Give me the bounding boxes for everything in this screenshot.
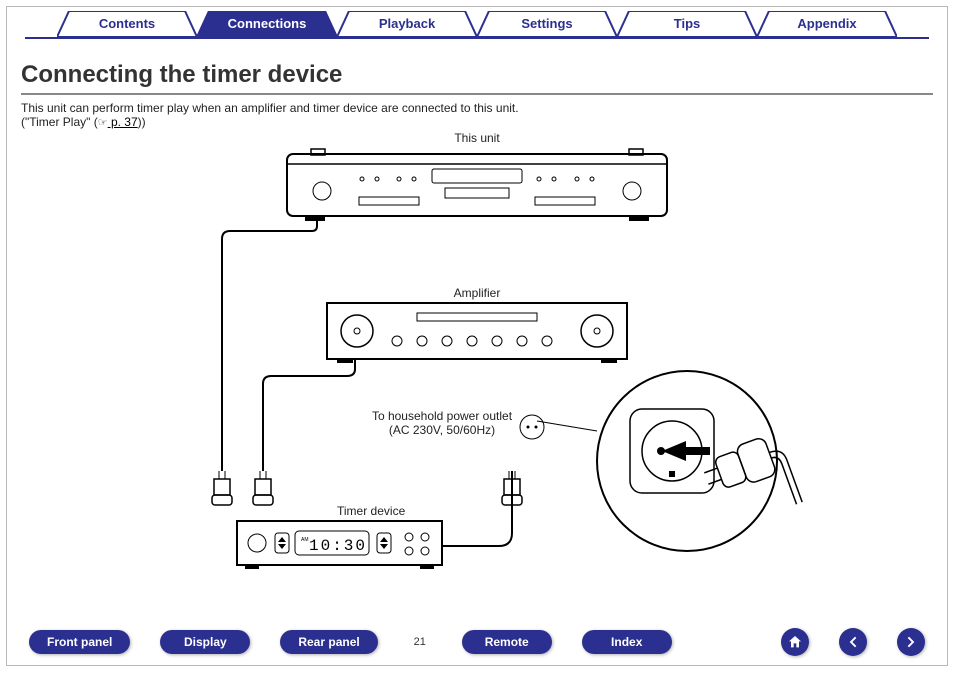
tab-label: Contents bbox=[99, 16, 155, 31]
tab-tips[interactable]: Tips bbox=[617, 11, 757, 37]
intro-text: This unit can perform timer play when an… bbox=[21, 101, 933, 129]
tab-appendix[interactable]: Appendix bbox=[757, 11, 897, 37]
intro-ref-suffix: )) bbox=[138, 115, 146, 129]
timer-ampm: AM bbox=[301, 537, 309, 543]
nav-front-panel[interactable]: Front panel bbox=[29, 630, 130, 654]
pointer-icon: ☞ bbox=[98, 117, 108, 129]
label-outlet: To household power outlet (AC 230V, 50/6… bbox=[337, 409, 547, 437]
diagram-svg: .st{stroke:#000;stroke-width:2;fill:none… bbox=[97, 131, 857, 586]
intro-ref-prefix: ("Timer Play" ( bbox=[21, 115, 98, 129]
prev-button[interactable] bbox=[839, 628, 867, 656]
arrow-left-icon bbox=[845, 634, 861, 650]
tab-label: Tips bbox=[674, 16, 701, 31]
tab-label: Connections bbox=[228, 16, 307, 31]
nav-rear-panel[interactable]: Rear panel bbox=[280, 630, 377, 654]
next-button[interactable] bbox=[897, 628, 925, 656]
tab-connections[interactable]: Connections bbox=[197, 11, 337, 37]
tab-playback[interactable]: Playback bbox=[337, 11, 477, 37]
tab-label: Appendix bbox=[797, 16, 856, 31]
home-button[interactable] bbox=[781, 628, 809, 656]
page-frame: Contents Connections Playback Settings T… bbox=[6, 6, 948, 666]
nav-remote[interactable]: Remote bbox=[462, 630, 552, 654]
tab-label: Playback bbox=[379, 16, 435, 31]
label-outlet-l1: To household power outlet bbox=[372, 409, 512, 423]
label-timer-device: Timer device bbox=[337, 504, 457, 518]
tab-contents[interactable]: Contents bbox=[57, 11, 197, 37]
home-icon bbox=[787, 634, 803, 650]
intro-line1: This unit can perform timer play when an… bbox=[21, 101, 519, 115]
tab-label: Settings bbox=[521, 16, 572, 31]
label-this-unit: This unit bbox=[427, 131, 527, 145]
tabs-underline bbox=[25, 37, 929, 39]
page-title: Connecting the timer device bbox=[21, 61, 933, 95]
nav-index[interactable]: Index bbox=[582, 630, 672, 654]
connection-diagram: This unit Amplifier To household power o… bbox=[97, 131, 857, 586]
page-number: 21 bbox=[408, 636, 432, 648]
bottom-nav: Front panel Display Rear panel 21 Remote… bbox=[7, 627, 947, 657]
label-amplifier: Amplifier bbox=[427, 286, 527, 300]
top-tabs: Contents Connections Playback Settings T… bbox=[17, 11, 937, 43]
timer-display: 10:30 bbox=[309, 537, 367, 555]
nav-display[interactable]: Display bbox=[160, 630, 250, 654]
label-outlet-l2: (AC 230V, 50/60Hz) bbox=[389, 423, 495, 437]
intro-ref-link[interactable]: p. 37 bbox=[108, 115, 138, 129]
tab-settings[interactable]: Settings bbox=[477, 11, 617, 37]
arrow-right-icon bbox=[903, 634, 919, 650]
